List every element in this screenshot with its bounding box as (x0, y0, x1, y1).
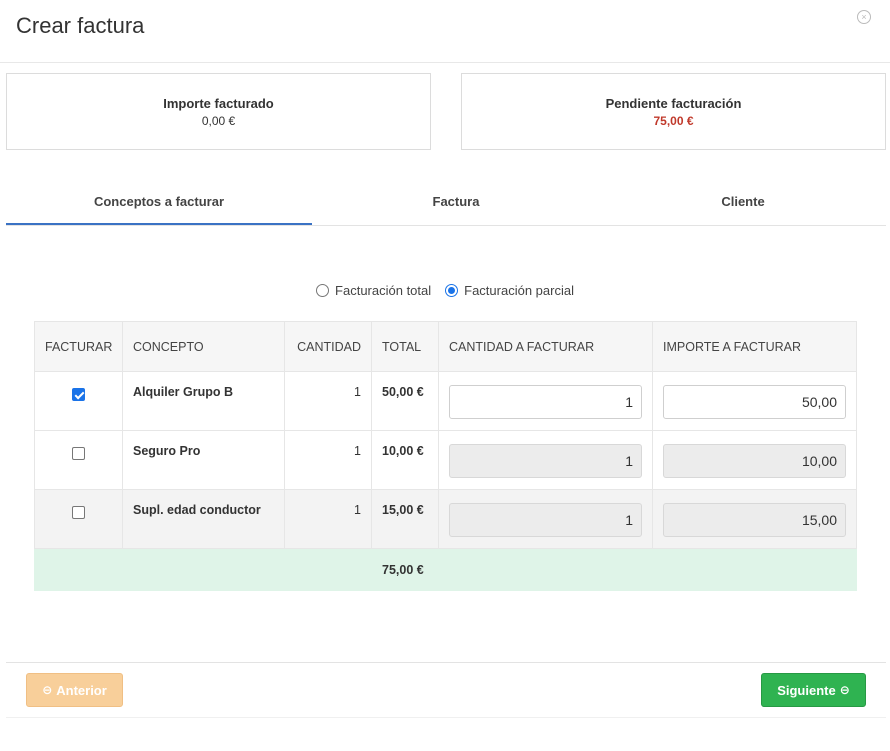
total-row-empty (438, 548, 653, 591)
qty-to-bill-cell (438, 489, 653, 549)
header-divider (0, 62, 890, 63)
previous-button[interactable]: ⊖ Anterior (26, 673, 123, 707)
close-icon[interactable]: × (857, 10, 871, 24)
arrow-left-circle-icon: ⊖ (42, 683, 53, 697)
header-concepto: CONCEPTO (122, 321, 285, 372)
table-total-row: 75,00 € (34, 548, 857, 591)
header-cantidad-a-facturar: CANTIDAD A FACTURAR (438, 321, 653, 372)
concept-total: 10,00 € (371, 430, 439, 490)
total-row-empty (34, 548, 123, 591)
arrow-right-circle-icon: ⊖ (839, 683, 850, 697)
concept-qty: 1 (284, 489, 372, 549)
concept-total: 50,00 € (371, 371, 439, 431)
qty-to-bill-input[interactable] (449, 385, 642, 419)
radio-total-label: Facturación total (335, 283, 432, 298)
tab-cliente[interactable]: Cliente (600, 180, 886, 225)
tab-bar: Conceptos a facturar Factura Cliente (6, 180, 886, 226)
amount-to-bill-input (663, 503, 846, 537)
header-cantidad: CANTIDAD (284, 321, 372, 372)
radio-partial-label: Facturación parcial (464, 283, 574, 298)
footer-divider (6, 662, 886, 663)
concept-name: Alquiler Grupo B (122, 371, 285, 431)
row-checkbox[interactable] (72, 506, 85, 519)
row-checkbox-cell (34, 371, 123, 431)
next-button[interactable]: Siguiente ⊖ (761, 673, 866, 707)
amount-to-bill-input (663, 444, 846, 478)
radio-partial-indicator[interactable] (445, 284, 459, 297)
billed-amount-label: Importe facturado (163, 96, 274, 111)
pending-amount-value: 75,00 € (653, 114, 694, 128)
billed-amount-value: 0,00 € (201, 114, 236, 128)
concept-name: Seguro Pro (122, 430, 285, 490)
row-checkbox[interactable] (72, 447, 85, 460)
header-importe-a-facturar: IMPORTE A FACTURAR (652, 321, 857, 372)
table-header-row: FACTURAR CONCEPTO CANTIDAD TOTAL CANTIDA… (34, 321, 857, 372)
qty-to-bill-cell (438, 371, 653, 431)
row-checkbox[interactable] (72, 388, 85, 401)
concept-qty: 1 (284, 371, 372, 431)
radio-total-indicator[interactable] (316, 284, 330, 297)
amount-to-bill-cell (652, 489, 857, 549)
amount-to-bill-cell (652, 371, 857, 431)
radio-total-billing[interactable]: Facturación total (316, 283, 431, 298)
previous-button-label: Anterior (56, 682, 107, 698)
tab-conceptos[interactable]: Conceptos a facturar (6, 180, 312, 225)
amount-to-bill-cell (652, 430, 857, 490)
row-checkbox-cell (34, 430, 123, 490)
header-facturar: FACTURAR (34, 321, 123, 372)
modal-title: Crear factura (16, 13, 145, 38)
total-row-empty (652, 548, 857, 591)
tab-factura[interactable]: Factura (312, 180, 600, 225)
table-row: Supl. edad conductor 1 15,00 € (34, 489, 857, 549)
table-row: Seguro Pro 1 10,00 € (34, 430, 857, 490)
footer-bottom-divider (6, 717, 886, 718)
billed-amount-box: Importe facturado 0,00 € (6, 73, 431, 150)
concept-qty: 1 (284, 430, 372, 490)
qty-to-bill-input (449, 444, 642, 478)
amount-to-bill-input[interactable] (663, 385, 846, 419)
pending-amount-label: Pendiente facturación (605, 96, 742, 111)
next-button-label: Siguiente (777, 682, 836, 698)
row-checkbox-cell (34, 489, 123, 549)
concept-name: Supl. edad conductor (122, 489, 285, 549)
pending-amount-box: Pendiente facturación 75,00 € (461, 73, 886, 150)
sum-total: 75,00 € (371, 548, 439, 591)
concepts-table: FACTURAR CONCEPTO CANTIDAD TOTAL CANTIDA… (34, 321, 857, 591)
qty-to-bill-cell (438, 430, 653, 490)
billing-mode-group: Facturación total Facturación parcial (0, 283, 890, 298)
table-row: Alquiler Grupo B 1 50,00 € (34, 371, 857, 431)
concept-total: 15,00 € (371, 489, 439, 549)
radio-partial-billing[interactable]: Facturación parcial (445, 283, 574, 298)
total-row-empty (122, 548, 285, 591)
qty-to-bill-input (449, 503, 642, 537)
header-total: TOTAL (371, 321, 439, 372)
total-row-empty (284, 548, 372, 591)
